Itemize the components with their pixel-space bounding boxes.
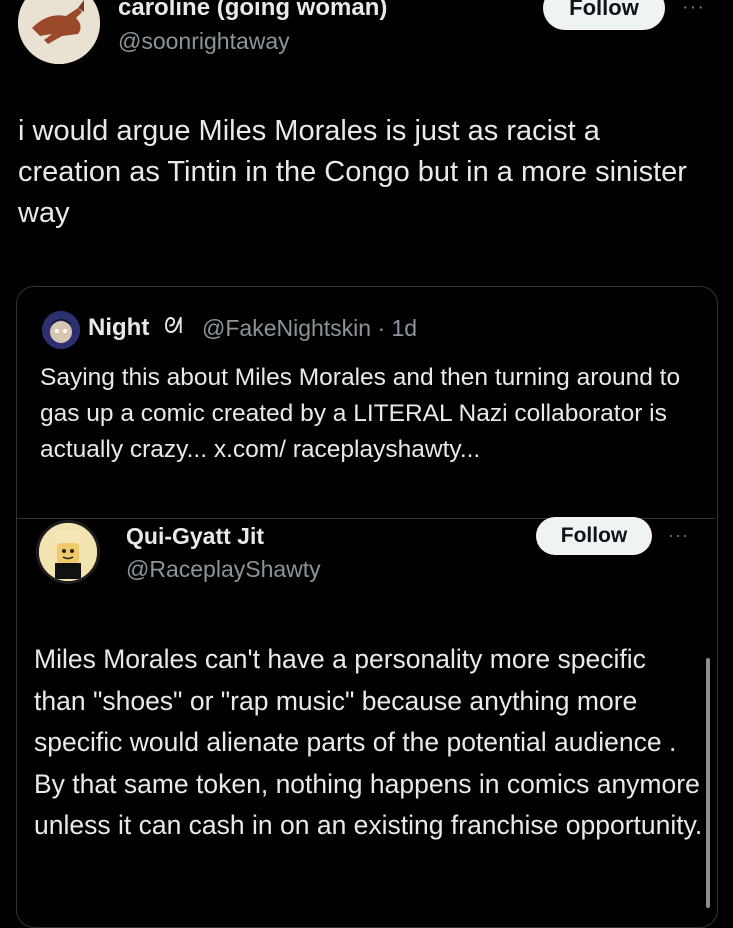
follow-button[interactable]: Follow — [543, 0, 665, 30]
embedded-avatar — [36, 520, 100, 584]
affiliate-badge-icon: ᘛ — [164, 313, 183, 338]
embedded-tweet-text: Miles Morales can't have a personality m… — [34, 644, 703, 840]
nightcrawler-avatar-image — [42, 311, 80, 349]
more-options-icon[interactable]: ··· — [682, 0, 705, 19]
quoted-handle-time: @FakeNightskin · 1d — [202, 315, 418, 341]
quoted-avatar — [42, 311, 80, 349]
quoted-display-name: Night — [88, 314, 150, 341]
scrollbar[interactable] — [706, 658, 710, 908]
lego-figure-avatar-image — [39, 523, 97, 581]
embedded-display-name: Qui-Gyatt Jit — [126, 523, 265, 549]
embedded-follow-button: Follow — [536, 517, 652, 555]
display-name[interactable]: caroline (going woman) — [118, 0, 387, 22]
fox-avatar-image — [18, 0, 100, 64]
embedded-handle: @RaceplayShawty — [126, 556, 321, 582]
tweet-text: i would argue Miles Morales is just as r… — [18, 115, 687, 229]
user-handle[interactable]: @soonrightaway — [118, 28, 290, 55]
embedded-more-icon: ··· — [668, 525, 689, 545]
quoted-tweet-text: Saying this about Miles Morales and then… — [40, 364, 681, 463]
avatar[interactable] — [18, 0, 100, 64]
